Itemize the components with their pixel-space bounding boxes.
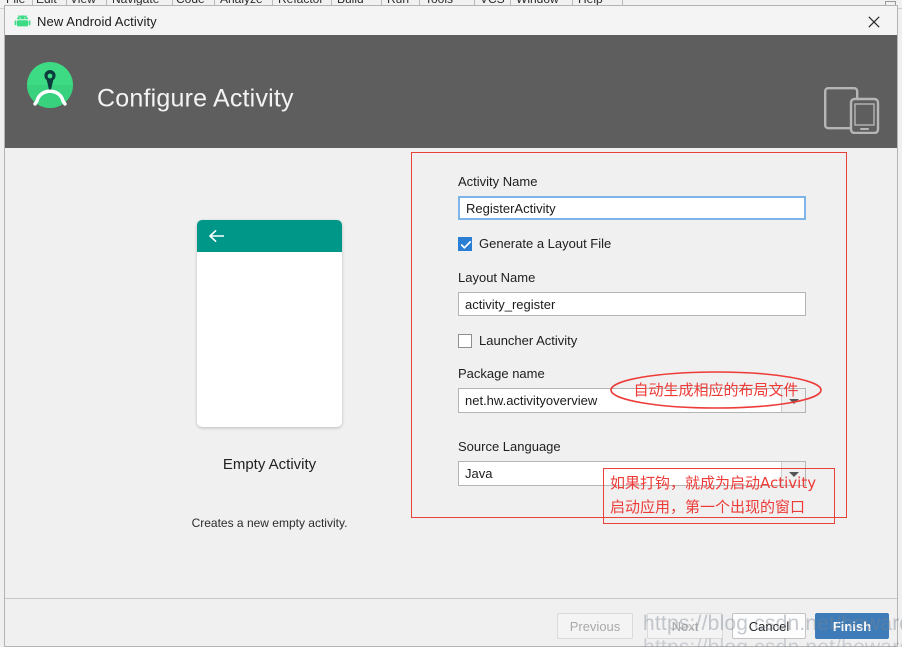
arrow-left-icon [209,229,225,243]
close-icon[interactable] [851,6,897,35]
page-title: Configure Activity [97,84,294,113]
launcher-activity-checkbox[interactable] [458,334,472,348]
android-studio-logo [25,60,75,110]
dialog-title: New Android Activity [37,14,157,29]
activity-name-label: Activity Name [458,174,538,189]
cancel-button[interactable]: Cancel [732,613,806,639]
finish-button[interactable]: Finish [815,613,889,639]
annotation-ellipse: 自动生成相应的布局文件 [609,370,823,410]
template-preview-card [197,220,342,427]
dialog-title-bar: New Android Activity [5,6,897,35]
template-name: Empty Activity [222,456,317,473]
layout-name-label: Layout Name [458,270,536,285]
new-android-activity-dialog: New Android Activity Configure Activity … [4,5,898,647]
annotation-box-line2: 启动应用，第一个出现的窗口 [610,498,806,516]
layout-name-input[interactable] [458,292,806,316]
package-name-label: Package name [458,366,545,381]
template-description: Creates a new empty activity. [191,516,348,530]
source-language-label: Source Language [458,439,561,454]
previous-button[interactable]: Previous [557,613,633,639]
generate-layout-file-checkbox[interactable] [458,237,472,251]
package-name-value: net.hw.activityoverview [465,393,598,408]
screenshot-root: File Edit View Navigate Code Analyze Ref… [0,0,902,647]
activity-config-form: Activity Name Generate a Layout File Lay… [411,152,847,518]
cancel-button-label: Cancel [748,618,790,634]
launcher-activity-label: Launcher Activity [479,333,578,348]
dialog-header: Configure Activity [5,35,897,148]
preview-app-bar [197,220,342,252]
tablet-phone-icon [824,87,880,135]
annotation-box: 如果打钩，就成为启动Activity 启动应用，第一个出现的窗口 [603,468,835,524]
source-language-value: Java [465,466,493,481]
android-icon [14,14,31,28]
annotation-box-line1: 如果打钩，就成为启动Activity [610,474,817,492]
dialog-content: Empty Activity Creates a new empty activ… [5,148,897,598]
dialog-footer: Previous Next Cancel Finish [5,599,897,646]
generate-layout-file-label: Generate a Layout File [479,236,612,251]
next-button[interactable]: Next [647,613,723,639]
activity-name-input[interactable] [458,196,806,220]
annotation-ellipse-text: 自动生成相应的布局文件 [633,381,799,399]
